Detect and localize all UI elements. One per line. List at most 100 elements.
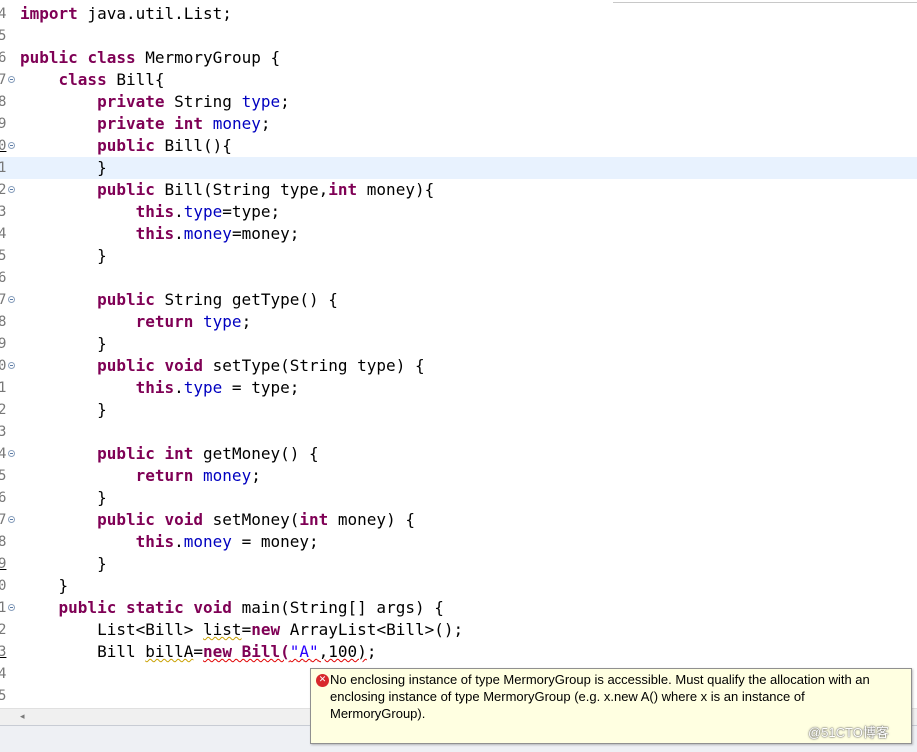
code-line[interactable]: 7 class Bill{ bbox=[0, 69, 917, 91]
code-token: Bill(){ bbox=[154, 136, 232, 155]
code-token: setMoney( bbox=[203, 510, 300, 529]
code-line[interactable]: 9 } bbox=[0, 333, 917, 355]
fold-collapse-icon[interactable] bbox=[8, 604, 15, 611]
code-token: ; bbox=[251, 466, 261, 485]
code-text: class Bill{ bbox=[20, 69, 165, 91]
code-token: import bbox=[20, 4, 78, 23]
fold-collapse-icon[interactable] bbox=[8, 450, 15, 457]
code-token: . bbox=[174, 202, 184, 221]
code-text: public Bill(){ bbox=[20, 135, 232, 157]
code-line[interactable]: 0 public void setType(String type) { bbox=[0, 355, 917, 377]
code-line[interactable]: 1 } bbox=[0, 157, 917, 179]
code-line[interactable]: 6 } bbox=[0, 487, 917, 509]
code-line[interactable]: 3 bbox=[0, 421, 917, 443]
code-text: } bbox=[20, 575, 69, 597]
code-line[interactable]: 2 public Bill(String type,int money){ bbox=[0, 179, 917, 201]
line-number: 8 bbox=[0, 94, 7, 110]
code-line[interactable]: 4 public int getMoney() { bbox=[0, 443, 917, 465]
code-line[interactable]: 2 } bbox=[0, 399, 917, 421]
code-token: this bbox=[135, 378, 175, 397]
code-text: } bbox=[20, 245, 107, 267]
code-line[interactable]: 0 } bbox=[0, 575, 917, 597]
code-token: int bbox=[164, 444, 194, 463]
code-token: int bbox=[299, 510, 329, 529]
fold-collapse-icon[interactable] bbox=[8, 76, 15, 83]
line-number: 2 bbox=[0, 622, 7, 638]
scroll-left-icon[interactable]: ◂ bbox=[20, 712, 25, 722]
code-token: . bbox=[174, 532, 184, 551]
code-token: void bbox=[164, 510, 204, 529]
code-token: List<Bill> bbox=[20, 620, 204, 639]
code-line[interactable]: 5 } bbox=[0, 245, 917, 267]
code-line[interactable]: 5 bbox=[0, 25, 917, 47]
code-token: ,100) bbox=[318, 642, 367, 661]
code-line[interactable]: 5 return money; bbox=[0, 465, 917, 487]
code-token: Bill(String type, bbox=[154, 180, 329, 199]
code-line[interactable]: 1 this.type = type; bbox=[0, 377, 917, 399]
line-number: 5 bbox=[0, 688, 7, 704]
code-line[interactable]: 0 public Bill(){ bbox=[0, 135, 917, 157]
code-token: ArrayList<Bill>(); bbox=[280, 620, 464, 639]
code-line[interactable]: 9 private int money; bbox=[0, 113, 917, 135]
code-text: public static void main(String[] args) { bbox=[20, 597, 444, 619]
code-line[interactable]: 2 List<Bill> list=new ArrayList<Bill>(); bbox=[0, 619, 917, 641]
line-number: 3 bbox=[0, 424, 7, 440]
code-line[interactable]: 3 Bill billA=new Bill("A",100); bbox=[0, 641, 917, 663]
code-line[interactable]: 8 return type; bbox=[0, 311, 917, 333]
code-token: private bbox=[97, 114, 165, 133]
code-line[interactable]: 9 } bbox=[0, 553, 917, 575]
fold-collapse-icon[interactable] bbox=[8, 142, 15, 149]
code-text: public void setType(String type) { bbox=[20, 355, 425, 377]
code-line[interactable]: 6 public class MermoryGroup { bbox=[0, 47, 917, 69]
line-number: 4 bbox=[0, 6, 7, 22]
fold-collapse-icon[interactable] bbox=[8, 362, 15, 369]
code-line[interactable]: 6 bbox=[0, 267, 917, 289]
code-editor[interactable]: 4 import java.util.List; 5 6 public class Me… bbox=[0, 0, 917, 708]
code-text: Bill billA=new Bill("A",100); bbox=[20, 641, 376, 663]
code-token: public bbox=[97, 136, 155, 155]
code-text: this.type=type; bbox=[20, 201, 281, 223]
code-token: type bbox=[183, 202, 223, 221]
line-number: 5 bbox=[0, 468, 7, 484]
code-token: type bbox=[183, 378, 223, 397]
code-line[interactable]: 3 this.type=type; bbox=[0, 201, 917, 223]
line-number: 3 bbox=[0, 204, 7, 220]
line-number: 4 bbox=[0, 226, 7, 242]
code-line[interactable]: 1 public static void main(String[] args)… bbox=[0, 597, 917, 619]
code-text: } bbox=[20, 487, 107, 509]
code-line[interactable]: 7 public String getType() { bbox=[0, 289, 917, 311]
line-number: 5 bbox=[0, 28, 7, 44]
fold-collapse-icon[interactable] bbox=[8, 516, 15, 523]
code-token: } bbox=[20, 246, 107, 265]
code-token: this bbox=[135, 202, 175, 221]
code-token: } bbox=[20, 334, 107, 353]
code-text: } bbox=[20, 399, 107, 421]
code-token: ; bbox=[280, 92, 290, 111]
fold-collapse-icon[interactable] bbox=[8, 186, 15, 193]
code-token: this bbox=[135, 224, 175, 243]
code-line[interactable]: 8 this.money = money; bbox=[0, 531, 917, 553]
code-line[interactable]: 4 this.money=money; bbox=[0, 223, 917, 245]
code-token: private bbox=[97, 92, 165, 111]
code-line[interactable]: 4 import java.util.List; bbox=[0, 3, 917, 25]
code-token: type bbox=[203, 312, 242, 331]
code-token: public bbox=[97, 290, 155, 309]
line-number: 6 bbox=[0, 490, 7, 506]
fold-collapse-icon[interactable] bbox=[8, 296, 15, 303]
code-token: . bbox=[174, 224, 184, 243]
code-token: = bbox=[193, 642, 204, 661]
code-line[interactable]: 8 private String type; bbox=[0, 91, 917, 113]
code-line[interactable]: 7 public void setMoney(int money) { bbox=[0, 509, 917, 531]
code-token: billA bbox=[145, 642, 194, 661]
